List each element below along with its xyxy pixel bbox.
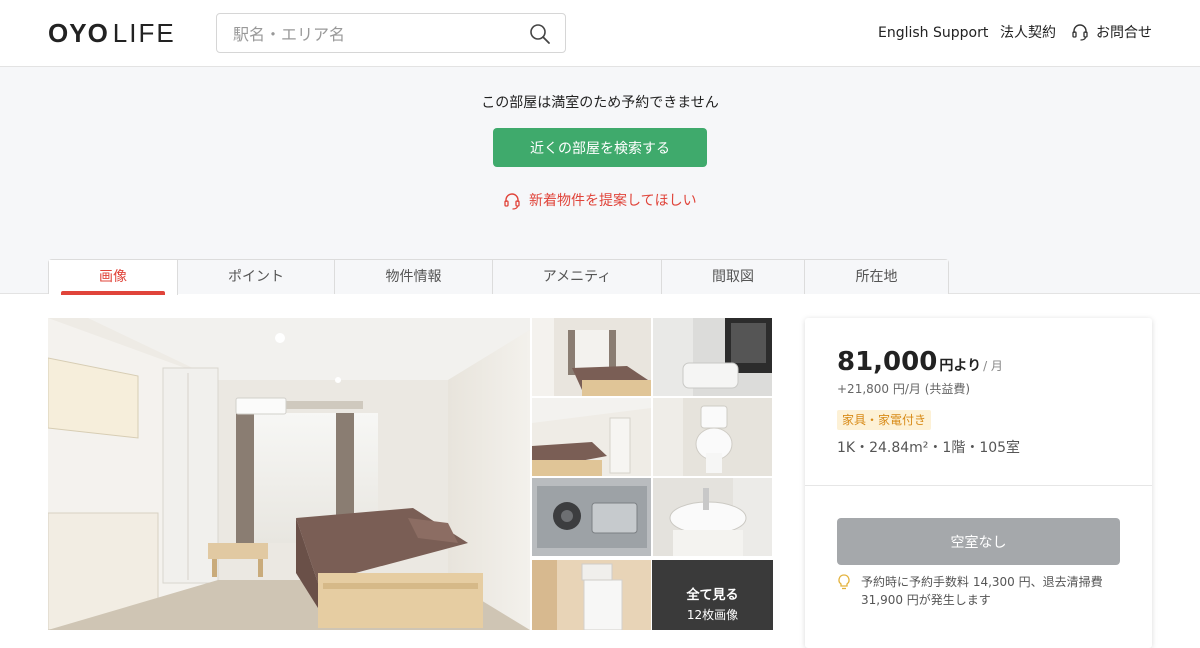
corporate-contract-link[interactable]: 法人契約 bbox=[1000, 23, 1056, 43]
tab-amenities[interactable]: アメニティ bbox=[493, 260, 662, 294]
search-input[interactable] bbox=[233, 22, 523, 46]
price-value: 81,000 bbox=[837, 347, 938, 377]
section-tabs: 画像 ポイント 物件情報 アメニティ 間取図 所在地 bbox=[48, 259, 949, 295]
suggest-label: 新着物件を提案してほしい bbox=[529, 193, 697, 209]
english-support-link[interactable]: English Support bbox=[878, 23, 988, 43]
logo-main-text: OYO bbox=[48, 18, 109, 48]
tab-property-info[interactable]: 物件情報 bbox=[335, 260, 493, 294]
thumbnail-bed-view[interactable] bbox=[532, 398, 651, 476]
full-message: この部屋は満室のため予約できません bbox=[481, 95, 719, 111]
tab-images[interactable]: 画像 bbox=[49, 260, 178, 295]
search-icon[interactable] bbox=[529, 23, 551, 45]
photo-gallery: 全て見る 12枚画像 bbox=[48, 318, 773, 630]
tab-points[interactable]: ポイント bbox=[178, 260, 335, 294]
search-box bbox=[216, 13, 566, 53]
no-vacancy-button[interactable]: 空室なし bbox=[837, 518, 1120, 565]
unavailable-notice: この部屋は満室のため予約できません 近くの部屋を検索する 新着物件を提案してほし… bbox=[0, 67, 1200, 295]
contact-link[interactable]: お問合せ bbox=[1071, 23, 1152, 43]
furnished-badge: 家具・家電付き bbox=[837, 410, 932, 430]
tab-location[interactable]: 所在地 bbox=[805, 260, 948, 294]
thumbnail-toilet[interactable] bbox=[653, 398, 772, 476]
search-nearby-button[interactable]: 近くの部屋を検索する bbox=[493, 128, 707, 167]
price-unit: 円より bbox=[939, 358, 982, 374]
common-service-fee: +21,800 円/月 (共益費) bbox=[837, 382, 971, 396]
tab-floor-plan[interactable]: 間取図 bbox=[662, 260, 805, 294]
booking-card: 81,000 円より / 月 +21,800 円/月 (共益費) 家具・家電付き 1… bbox=[805, 318, 1152, 648]
headset-icon bbox=[1072, 24, 1088, 41]
price-period: / 月 bbox=[983, 359, 1003, 373]
monthly-price: 81,000 円より / 月 bbox=[837, 346, 1003, 382]
thumbnail-washbasin[interactable] bbox=[653, 478, 772, 556]
logo-sub-text: LIFE bbox=[112, 18, 176, 48]
thumbnail-appliances[interactable] bbox=[532, 560, 651, 630]
fee-notice: 予約時に予約手数料 14,300 円、退去清掃費 31,900 円が発生します bbox=[837, 573, 1127, 609]
photo-count: 12枚画像 bbox=[686, 608, 739, 622]
room-spec: 1K・24.84m²・1階・105室 bbox=[837, 440, 1021, 456]
contact-label: お問合せ bbox=[1096, 25, 1152, 41]
thumbnail-bathroom[interactable] bbox=[653, 318, 772, 396]
lightbulb-icon bbox=[838, 574, 850, 590]
headset-icon bbox=[504, 193, 520, 210]
site-header: OYOLIFE English Support 法人契約 お問合せ bbox=[0, 0, 1200, 67]
thumbnail-bedroom[interactable] bbox=[532, 318, 651, 396]
see-all-photos-button[interactable]: 全て見る 12枚画像 bbox=[652, 560, 773, 630]
thumbnail-kitchen[interactable] bbox=[532, 478, 651, 556]
fee-notice-text: 予約時に予約手数料 14,300 円、退去清掃費 31,900 円が発生します bbox=[861, 575, 1103, 607]
card-divider bbox=[805, 485, 1152, 486]
suggest-new-listings-link[interactable]: 新着物件を提案してほしい bbox=[503, 191, 697, 211]
oyo-life-logo[interactable]: OYO LIFE bbox=[48, 19, 176, 47]
see-all-label: 全て見る bbox=[686, 588, 739, 603]
main-room-photo[interactable] bbox=[48, 318, 530, 630]
